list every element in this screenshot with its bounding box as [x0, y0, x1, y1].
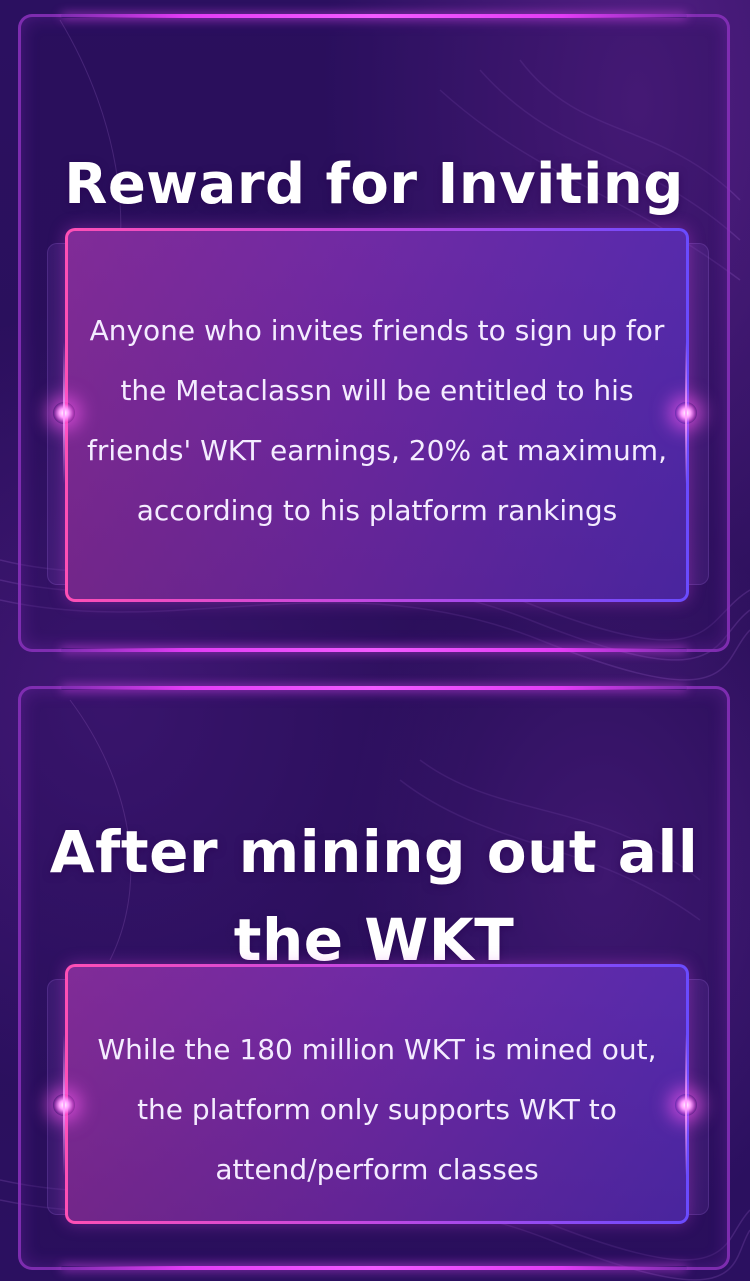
panel-title: After mining out all the WKT — [49, 817, 699, 974]
after-mining-panel: After mining out all the WKT While the 1… — [18, 686, 730, 1270]
sparkle-right-icon — [675, 1034, 697, 1176]
info-card: Anyone who invites friends to sign up fo… — [65, 228, 689, 602]
reward-for-inviting-panel: Reward for Inviting Anyone who invites f… — [18, 14, 730, 652]
info-card: While the 180 million WKT is mined out, … — [65, 964, 689, 1224]
card-body-text: While the 180 million WKT is mined out, … — [97, 1033, 657, 1186]
card-body-text: Anyone who invites friends to sign up fo… — [87, 314, 667, 527]
sparkle-left-icon — [53, 342, 75, 484]
panel-title: Reward for Inviting — [64, 151, 684, 217]
sparkle-right-icon — [675, 342, 697, 484]
sparkle-left-icon — [53, 1034, 75, 1176]
